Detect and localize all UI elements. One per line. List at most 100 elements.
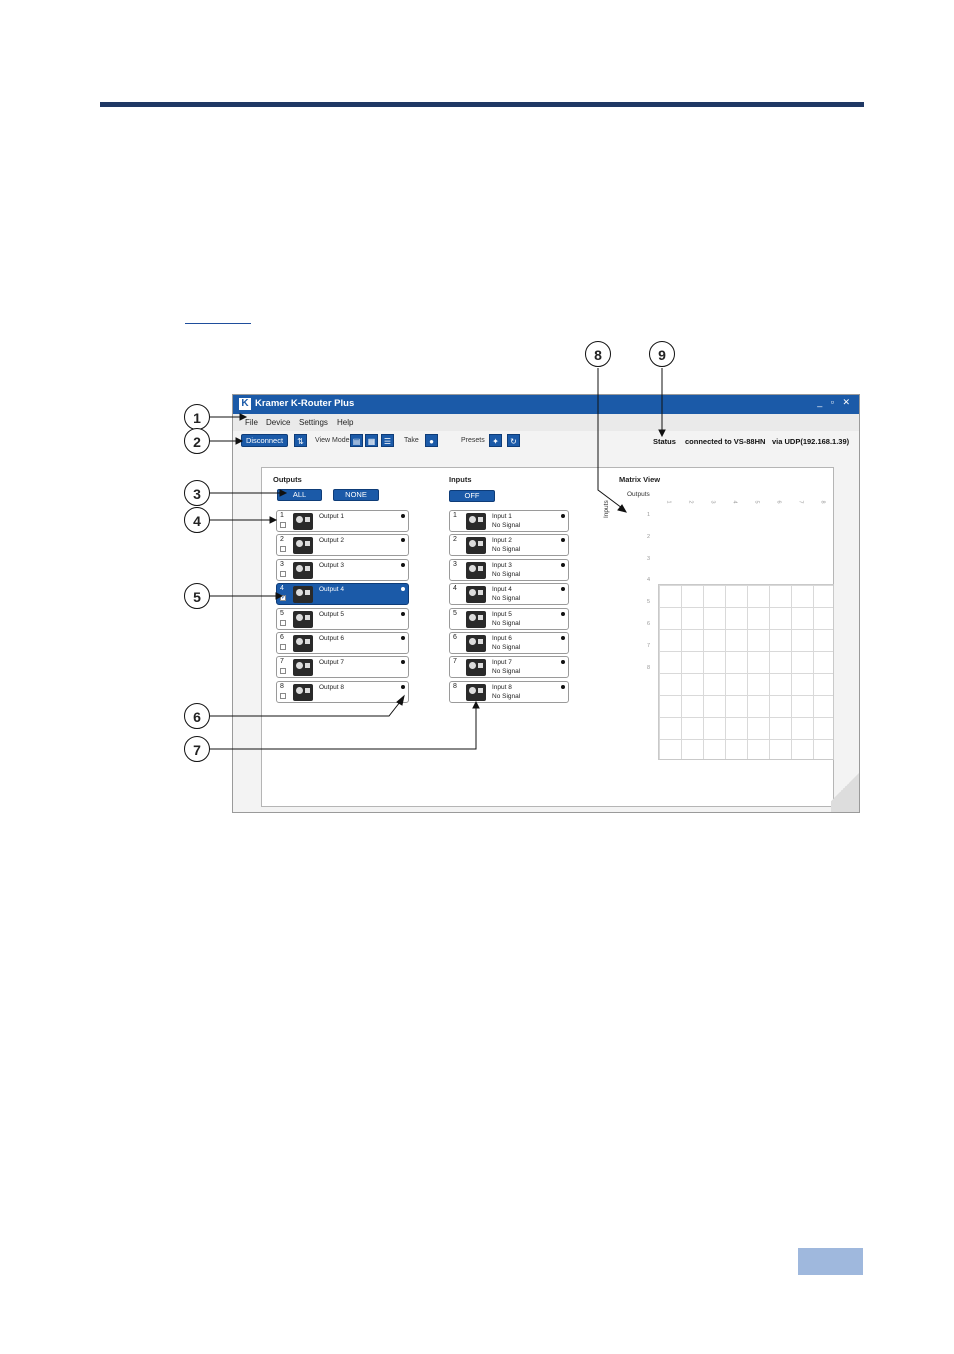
output-card[interactable]: 1 Output 1 (276, 510, 409, 532)
menu-help[interactable]: Help (337, 418, 353, 427)
refresh-icon[interactable]: ↻ (507, 434, 520, 447)
input-number: 1 (453, 512, 457, 519)
view-list-icon[interactable]: ▤ (350, 434, 363, 447)
input-status-dot-icon (561, 636, 565, 640)
matrix-row-label: 4 (647, 577, 651, 584)
matrix-row-label: 1 (647, 512, 651, 518)
input-card[interactable]: 6 Input 6 No Signal (449, 632, 569, 654)
status-label: Status (653, 437, 676, 446)
input-device-icon (466, 561, 486, 579)
output-status-dot-icon (401, 684, 405, 689)
output-number: 7 (280, 658, 284, 666)
output-status-dot-icon (401, 587, 405, 592)
input-card[interactable]: 3 Input 3 No Signal (449, 558, 569, 581)
input-card[interactable]: 2 Input 2 No Signal (449, 534, 569, 557)
input-signal-status: No Signal (492, 595, 521, 603)
input-card[interactable]: 4 Input 4 No Signal (449, 583, 569, 606)
output-name: Output 4 (319, 586, 344, 594)
page-header-rule (100, 102, 864, 107)
pin-icon[interactable]: ✦ (489, 434, 502, 447)
none-button[interactable]: NONE (333, 489, 379, 501)
output-card[interactable]: 2 Output 2 (276, 534, 409, 557)
toolbar: Disconnect ⇅ View Mode ▤ ▦ ☰ Take ● Pres… (233, 431, 859, 451)
input-card[interactable]: 7 Input 7 No Signal (449, 656, 569, 679)
menu-settings[interactable]: Settings (299, 418, 328, 427)
input-signal-status: No Signal (492, 619, 521, 627)
input-card[interactable]: 5 Input 5 No Signal (449, 607, 569, 630)
view-grid-icon[interactable]: ▦ (365, 434, 378, 447)
output-card[interactable]: 3 Output 3 (276, 558, 409, 581)
input-status-dot-icon (561, 538, 565, 543)
input-device-icon (466, 683, 486, 701)
input-name: Input 6 (492, 635, 512, 642)
input-device-icon (466, 659, 486, 677)
resize-corner[interactable] (831, 762, 859, 812)
output-checkbox[interactable] (280, 522, 286, 528)
outputs-title: Outputs (273, 475, 302, 484)
output-status-dot-icon (401, 562, 405, 567)
output-device-icon (293, 537, 313, 555)
input-name: Input 8 (492, 683, 512, 691)
output-card[interactable]: 7 Output 7 (276, 656, 409, 679)
menu-device[interactable]: Device (266, 418, 290, 427)
output-checkbox[interactable] (280, 570, 286, 577)
output-name: Output 3 (319, 561, 344, 569)
output-name: Output 1 (319, 513, 344, 520)
output-device-icon (293, 683, 313, 701)
view-rows-icon[interactable]: ☰ (381, 434, 394, 447)
input-number: 2 (453, 536, 457, 544)
output-number: 5 (280, 609, 284, 617)
output-number: 8 (280, 682, 284, 690)
input-device-icon (466, 610, 486, 628)
input-number: 3 (453, 560, 457, 568)
figure-reference-link[interactable] (185, 323, 251, 324)
routing-panel: Outputs ALL NONE 1 Output 1 2 Output 2 3 Outp… (261, 467, 834, 807)
input-signal-status: No Signal (492, 692, 521, 700)
input-name: Input 2 (492, 537, 512, 545)
matrix-column-label: 4 (731, 500, 738, 504)
menu-file[interactable]: File (245, 418, 258, 427)
output-number: 4 (280, 585, 284, 593)
off-button[interactable]: OFF (449, 490, 495, 502)
input-card[interactable]: 8 Input 8 No Signal (449, 680, 569, 703)
swap-arrows-icon[interactable]: ⇅ (294, 434, 307, 447)
callout-7: 7 (184, 736, 210, 762)
kramer-logo-icon: K (239, 398, 251, 410)
output-card[interactable]: 4 ✓ Output 4 (276, 583, 409, 606)
inputs-title: Inputs (449, 475, 472, 484)
input-device-icon (466, 635, 486, 652)
matrix-column-label: 3 (709, 500, 716, 504)
matrix-column-label: 5 (753, 500, 760, 504)
input-status-dot-icon (561, 660, 565, 665)
matrix-inputs-label: Inputs (603, 500, 610, 518)
output-card[interactable]: 8 Output 8 (276, 680, 409, 703)
input-card[interactable]: 1 Input 1 No Signal (449, 510, 569, 532)
callout-1: 1 (184, 404, 210, 430)
input-signal-status: No Signal (492, 522, 521, 529)
take-icon[interactable]: ● (425, 434, 438, 447)
matrix-row-label: 6 (647, 621, 651, 627)
input-signal-status: No Signal (492, 546, 521, 554)
all-button[interactable]: ALL (277, 489, 322, 501)
output-number: 2 (280, 536, 284, 544)
callout-9: 9 (649, 341, 675, 367)
input-status-dot-icon (561, 562, 565, 567)
k-router-window: K Kramer K-Router Plus _ ▫ ✕ File Device… (232, 394, 860, 813)
output-device-icon (293, 659, 313, 677)
input-device-icon (466, 586, 486, 604)
output-card[interactable]: 6 Output 6 (276, 632, 409, 654)
output-checkbox[interactable] (280, 692, 286, 699)
app-title: Kramer K-Router Plus (255, 398, 355, 409)
input-status-dot-icon (561, 611, 565, 616)
matrix-grid[interactable] (658, 584, 834, 760)
output-card[interactable]: 5 Output 5 (276, 607, 409, 630)
output-checkbox[interactable] (280, 619, 286, 626)
matrix-row-label: 8 (647, 664, 651, 671)
input-name: Input 5 (492, 610, 512, 618)
output-checkbox[interactable] (280, 668, 286, 675)
window-controls[interactable]: _ ▫ ✕ (817, 397, 853, 408)
disconnect-button[interactable]: Disconnect (241, 434, 288, 447)
output-checkbox[interactable] (280, 644, 286, 650)
output-checkbox[interactable]: ✓ (280, 595, 286, 602)
output-checkbox[interactable] (280, 546, 286, 553)
